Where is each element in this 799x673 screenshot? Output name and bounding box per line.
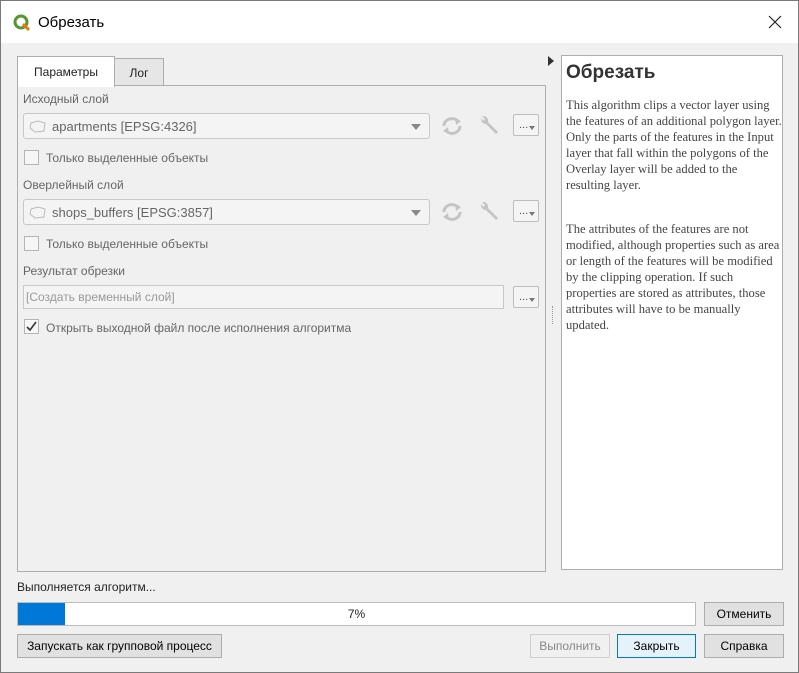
input-layer-browse-button[interactable]: ... bbox=[513, 114, 539, 136]
chevron-down-icon bbox=[411, 124, 421, 130]
polygon-layer-icon bbox=[29, 206, 46, 219]
advanced-options-button[interactable] bbox=[475, 199, 503, 225]
window-title: Обрезать bbox=[38, 14, 105, 31]
parameters-panel: Исходный слой apartments [EPSG:4326] ...… bbox=[17, 85, 546, 572]
run-as-batch-button[interactable]: Запускать как групповой процесс bbox=[17, 634, 222, 658]
wrench-icon bbox=[480, 201, 498, 220]
dropdown-arrow-icon bbox=[529, 126, 535, 130]
overlay-layer-label: Оверлейный слой bbox=[23, 178, 124, 192]
help-paragraph-1: This algorithm clips a vector layer usin… bbox=[566, 98, 782, 192]
output-browse-button[interactable]: ... bbox=[513, 286, 539, 308]
dots-label: ... bbox=[519, 291, 529, 303]
tab-log-label: Лог bbox=[129, 66, 149, 80]
splitter-handle[interactable] bbox=[552, 306, 555, 324]
polygon-layer-icon bbox=[29, 120, 46, 133]
checkmark-icon bbox=[26, 321, 37, 332]
tab-log[interactable]: Лог bbox=[114, 58, 164, 87]
tab-parameters-label: Параметры bbox=[34, 65, 98, 79]
input-layer-combo[interactable]: apartments [EPSG:4326] bbox=[23, 113, 430, 139]
overlay-selected-only-label: Только выделенные объекты bbox=[46, 237, 209, 251]
qgis-logo-icon bbox=[13, 14, 31, 32]
output-label: Результат обрезки bbox=[23, 264, 125, 278]
help-panel: Обрезать This algorithm clips a vector l… bbox=[561, 55, 783, 570]
dots-label: ... bbox=[519, 119, 529, 131]
iterate-icon bbox=[442, 117, 462, 135]
overlay-selected-only-checkbox[interactable] bbox=[24, 236, 39, 251]
chevron-down-icon bbox=[411, 210, 421, 216]
output-path-field[interactable]: [Создать временный слой] bbox=[23, 285, 504, 309]
open-output-label: Открыть выходной файл после исполнения а… bbox=[46, 321, 352, 335]
collapse-help-icon[interactable] bbox=[548, 56, 554, 66]
iterate-button[interactable] bbox=[438, 113, 466, 139]
overlay-layer-combo[interactable]: shops_buffers [EPSG:3857] bbox=[23, 199, 430, 225]
input-layer-label: Исходный слой bbox=[23, 92, 109, 106]
iterate-button[interactable] bbox=[438, 199, 466, 225]
close-button[interactable]: Закрыть bbox=[617, 634, 696, 658]
dropdown-arrow-icon bbox=[529, 298, 535, 302]
output-path-placeholder: [Создать временный слой] bbox=[26, 290, 175, 304]
advanced-options-button[interactable] bbox=[475, 113, 503, 139]
run-button[interactable]: Выполнить bbox=[530, 634, 610, 658]
title-bar: Обрезать bbox=[1, 1, 798, 43]
status-text: Выполняется алгоритм... bbox=[17, 580, 156, 594]
input-selected-only-checkbox[interactable] bbox=[24, 150, 39, 165]
dropdown-arrow-icon bbox=[529, 212, 535, 216]
dots-label: ... bbox=[519, 205, 529, 217]
close-window-button[interactable] bbox=[752, 1, 798, 43]
close-icon bbox=[768, 15, 782, 29]
help-button[interactable]: Справка bbox=[704, 634, 784, 658]
dialog-window: Обрезать Параметры Лог Исходный слой apa… bbox=[0, 0, 799, 673]
help-title: Обрезать bbox=[566, 62, 656, 83]
overlay-layer-value: shops_buffers [EPSG:3857] bbox=[52, 205, 213, 220]
progress-label: 7% bbox=[347, 607, 366, 621]
input-layer-value: apartments [EPSG:4326] bbox=[52, 119, 197, 134]
help-paragraph-2: The attributes of the features are not m… bbox=[566, 222, 780, 332]
open-output-checkbox[interactable] bbox=[24, 319, 39, 334]
tab-parameters[interactable]: Параметры bbox=[17, 56, 115, 87]
iterate-icon bbox=[442, 203, 462, 221]
cancel-button[interactable]: Отменить bbox=[704, 602, 784, 626]
progress-bar: 7% bbox=[17, 602, 696, 626]
input-selected-only-label: Только выделенные объекты bbox=[46, 151, 209, 165]
overlay-layer-browse-button[interactable]: ... bbox=[513, 200, 539, 222]
wrench-icon bbox=[480, 115, 498, 134]
